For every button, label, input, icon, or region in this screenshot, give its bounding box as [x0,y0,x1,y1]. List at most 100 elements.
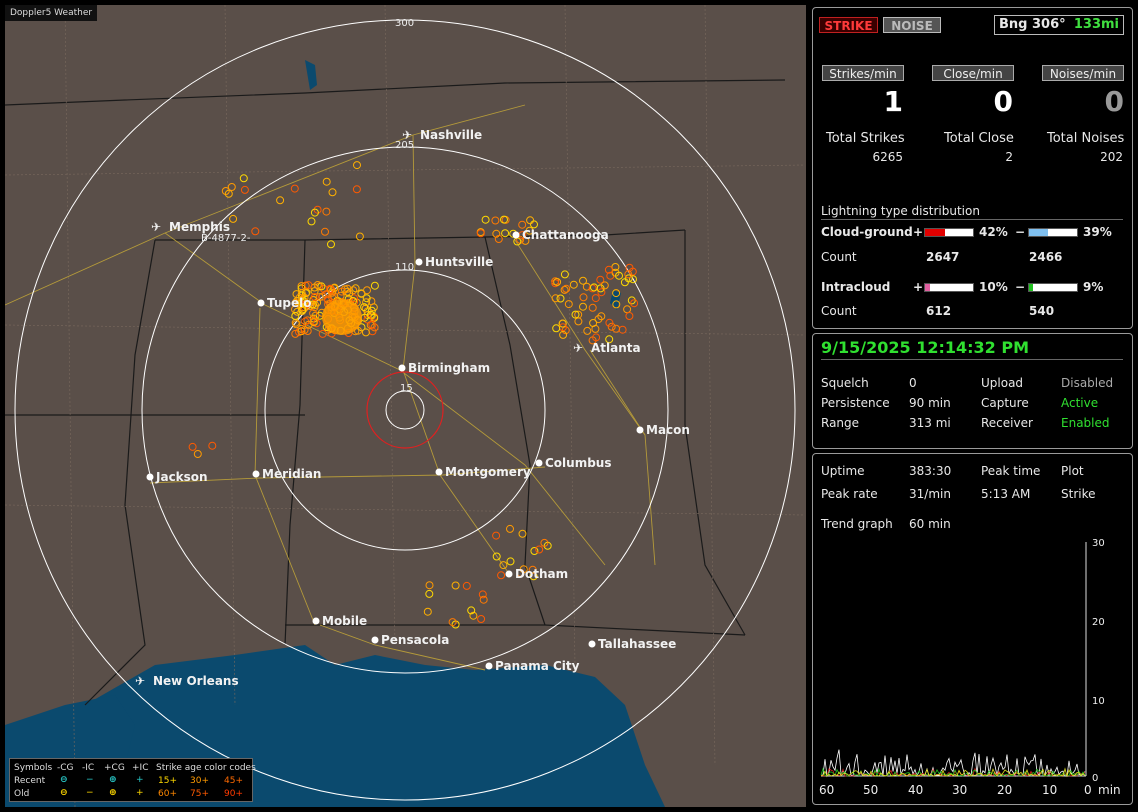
strike-marker [591,294,600,303]
trend-panel: Uptime 383:30 Peak time Plot Peak rate 3… [812,453,1133,805]
capture-label: Capture [981,396,1029,410]
city-dot [371,636,379,644]
city-label: New Orleans [153,674,239,688]
city-label: Nashville [420,128,482,142]
cloud-ground-label: Cloud-ground [821,225,913,239]
legend-age-15: 15+ [158,776,177,786]
city-dot [415,258,423,266]
strike-marker [552,324,561,333]
upload-value: Disabled [1061,376,1114,390]
strike-marker [251,227,260,236]
strike-mode-button[interactable]: STRIKE [819,17,878,33]
trend-series [820,749,1086,778]
noises-per-min-value: 0 [1104,85,1124,118]
strike-marker [607,322,616,331]
strike-marker [583,326,592,335]
legend-recent-neg-ic-icon: − [86,775,94,785]
strike-marker [579,293,588,302]
strike-marker [574,317,583,326]
strike-marker [327,240,335,249]
uptime-value: 383:30 [909,464,952,478]
distance-value: 133mi [1073,17,1119,32]
strike-marker [240,185,249,194]
city-dot [512,231,520,239]
cg-minus-percent: 39% [1083,225,1112,239]
strike-marker [620,278,629,287]
strike-marker [361,328,370,337]
strike-marker [322,207,331,216]
airport-icon: ✈ [135,674,145,688]
ic-minus-percent: 9% [1083,280,1104,294]
city-label: Meridian [262,467,321,481]
map-canvas: 300 205 110 15 ✈ Nashville✈ MemphisChattan… [5,5,806,807]
city-label: Huntsville [425,255,493,269]
strikes-per-min-value: 1 [883,85,903,118]
range-value: 313 mi [909,416,951,430]
city-dot [435,468,443,476]
total-noises-label: Total Noises [1047,131,1125,146]
legend-old-pos-ic-icon: + [136,788,144,798]
symbol-legend: Symbols -CG -IC +CG +IC Strike age color… [9,758,256,802]
plot-label: Plot [1061,464,1084,478]
strike-marker [363,286,371,295]
range-label: Range [821,416,860,430]
ring-label-15: 15 [400,383,413,394]
cg-plus-percent: 42% [979,225,1008,239]
squelch-label: Squelch [821,376,869,390]
strike-marker [352,185,361,194]
strike-marker [506,557,515,566]
ring-label-110: 110 [395,262,414,273]
strike-marker [497,571,506,580]
legend-age-30: 30+ [190,776,209,786]
cg-plus-count: 2647 [926,250,960,264]
status-panel: 9/15/2025 12:14:32 PM Squelch 0 Upload D… [812,333,1133,449]
strike-marker [530,220,538,229]
city-label: Montgomery [445,465,531,479]
strike-stats-panel: STRIKE NOISE Bng 306° 133mi Strikes/min … [812,7,1133,329]
legend-recent-neg-cg-icon: ⊖ [60,775,68,785]
strike-marker [518,529,527,538]
city-dot [485,662,493,670]
trend-x-tick-60: 60 [819,783,834,797]
receiver-value: Enabled [1061,416,1110,430]
legend-row-old: Old [14,789,30,799]
strike-marker [425,581,434,590]
radar-map[interactable]: 300 205 110 15 ✈ Nashville ✈ Memphis Chattan… [5,5,806,807]
cg-plus-bar [924,228,974,237]
trend-x-tick-0: 0 [1084,783,1092,797]
strike-marker [370,281,379,290]
city-label: Macon [646,423,690,437]
trend-x-tick-40: 40 [908,783,923,797]
close-per-min-label: Close/min [932,65,1014,81]
trend-y-tick-20: 20 [1092,617,1105,628]
city-label: Chattanooga [522,228,609,242]
strike-marker [569,280,578,289]
strike-marker [321,227,329,236]
bearing-value: Bng 306° [999,17,1066,32]
strike-marker [526,216,535,225]
status-divider [821,359,1123,360]
ic-count-label: Count [821,304,857,318]
strike-marker [492,531,501,540]
close-per-min-value: 0 [993,85,1013,118]
legend-header-pos-cg: +CG [104,763,125,773]
city-dot [257,299,265,307]
strike-marker [625,312,634,320]
ic-plus-bar [924,283,974,292]
strike-marker [551,294,560,303]
strike-cluster [322,299,362,335]
city-label: Mobile [322,614,367,628]
noise-mode-button[interactable]: NOISE [883,17,941,33]
peak-time-value: 5:13 AM [981,487,1031,501]
city-label: Dotham [515,567,568,581]
strike-marker [605,318,614,327]
ic-plus-count: 612 [926,304,952,318]
city-dot [535,459,543,467]
airport-icon: ✈ [573,341,583,355]
strike-marker [491,216,500,225]
ic-plus-percent: 10% [979,280,1008,294]
trend-x-tick-30: 30 [952,783,967,797]
strike-marker [530,547,539,555]
intracloud-label: Intracloud [821,280,891,294]
distribution-title: Lightning type distribution [821,204,980,218]
